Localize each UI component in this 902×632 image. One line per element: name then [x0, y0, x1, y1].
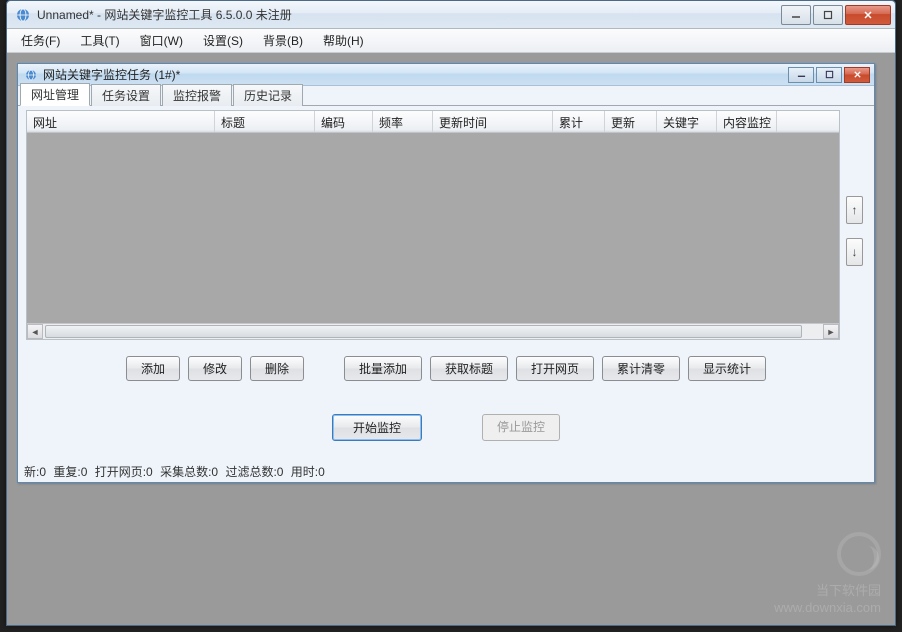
open-page-button[interactable]: 打开网页	[516, 356, 594, 381]
watermark-text1: 当下软件园	[816, 583, 881, 598]
status-duplicate: 重复:0	[53, 463, 87, 480]
status-bar: 新:0 重复:0 打开网页:0 采集总数:0 过滤总数:0 用时:0	[20, 462, 872, 480]
move-down-button[interactable]: ↓	[846, 238, 863, 266]
scroll-thumb[interactable]	[45, 325, 802, 338]
inner-window-title: 网站关键字监控任务 (1#)*	[43, 66, 786, 83]
inner-titlebar: 网站关键字监控任务 (1#)*	[18, 64, 874, 86]
tab-task-settings[interactable]: 任务设置	[91, 84, 161, 106]
outer-window-controls	[779, 5, 891, 25]
action-button-row: 添加 修改 删除 批量添加 获取标题 打开网页 累计清零 显示统计	[22, 356, 870, 381]
start-monitor-button[interactable]: 开始监控	[332, 414, 422, 441]
column-header[interactable]: 内容监控	[717, 111, 777, 132]
tab-monitor-alarm[interactable]: 监控报警	[162, 84, 232, 106]
close-button[interactable]	[845, 5, 891, 25]
column-header[interactable]: 频率	[373, 111, 433, 132]
add-button[interactable]: 添加	[126, 356, 180, 381]
tab-strip: 网址管理 任务设置 监控报警 历史记录	[18, 86, 874, 106]
menu-help[interactable]: 帮助(H)	[313, 29, 374, 52]
maximize-button[interactable]	[813, 5, 843, 25]
tab-history[interactable]: 历史记录	[233, 84, 303, 106]
fetch-title-button[interactable]: 获取标题	[430, 356, 508, 381]
status-elapsed: 用时:0	[291, 463, 325, 480]
column-header[interactable]: 标题	[215, 111, 315, 132]
scroll-right-arrow[interactable]: ►	[823, 324, 839, 339]
inner-minimize-button[interactable]	[788, 67, 814, 83]
status-filtered: 过滤总数:0	[225, 463, 283, 480]
scroll-left-arrow[interactable]: ◄	[27, 324, 43, 339]
minimize-button[interactable]	[781, 5, 811, 25]
table-header: 网址标题编码频率更新时间累计更新关键字内容监控	[27, 111, 839, 133]
tab-content: 网址标题编码频率更新时间累计更新关键字内容监控 ◄ ► ↑ ↓ 添加	[22, 108, 870, 462]
table-body[interactable]	[27, 133, 839, 323]
horizontal-scrollbar[interactable]: ◄ ►	[27, 323, 839, 339]
show-stats-button[interactable]: 显示统计	[688, 356, 766, 381]
inner-window-controls	[786, 67, 870, 83]
edit-button[interactable]: 修改	[188, 356, 242, 381]
mdi-area: 网站关键字监控任务 (1#)* 网址管理 任务设置 监控报警 历史记录 网址标题…	[9, 55, 893, 623]
column-header[interactable]: 累计	[553, 111, 605, 132]
status-collected: 采集总数:0	[160, 463, 218, 480]
task-window: 网站关键字监控任务 (1#)* 网址管理 任务设置 监控报警 历史记录 网址标题…	[17, 63, 875, 483]
reorder-buttons: ↑ ↓	[846, 196, 864, 266]
menu-window[interactable]: 窗口(W)	[130, 29, 193, 52]
batch-add-button[interactable]: 批量添加	[344, 356, 422, 381]
monitor-button-row: 开始监控 停止监控	[22, 414, 870, 441]
menu-settings[interactable]: 设置(S)	[193, 29, 253, 52]
url-table: 网址标题编码频率更新时间累计更新关键字内容监控 ◄ ►	[26, 110, 840, 340]
menubar: 任务(F) 工具(T) 窗口(W) 设置(S) 背景(B) 帮助(H)	[7, 29, 895, 53]
main-window: Unnamed* - 网站关键字监控工具 6.5.0.0 未注册 任务(F) 工…	[6, 0, 896, 626]
watermark-text2: www.downxia.com	[774, 600, 881, 615]
status-new: 新:0	[24, 463, 46, 480]
stop-monitor-button: 停止监控	[482, 414, 560, 441]
column-header[interactable]: 更新时间	[433, 111, 553, 132]
delete-button[interactable]: 删除	[250, 356, 304, 381]
menu-background[interactable]: 背景(B)	[253, 29, 313, 52]
inner-app-icon	[24, 68, 38, 82]
app-icon	[15, 7, 31, 23]
inner-maximize-button[interactable]	[816, 67, 842, 83]
watermark-logo-icon	[837, 532, 881, 576]
column-header[interactable]: 更新	[605, 111, 657, 132]
menu-task[interactable]: 任务(F)	[11, 29, 70, 52]
scroll-track[interactable]	[43, 324, 823, 339]
tab-url-manage[interactable]: 网址管理	[20, 83, 90, 106]
watermark: 当下软件园 www.downxia.com	[774, 532, 881, 617]
status-opened: 打开网页:0	[95, 463, 153, 480]
column-header[interactable]: 网址	[27, 111, 215, 132]
inner-close-button[interactable]	[844, 67, 870, 83]
menu-tools[interactable]: 工具(T)	[70, 29, 129, 52]
column-header[interactable]: 关键字	[657, 111, 717, 132]
outer-titlebar: Unnamed* - 网站关键字监控工具 6.5.0.0 未注册	[7, 1, 895, 29]
reset-count-button[interactable]: 累计清零	[602, 356, 680, 381]
outer-window-title: Unnamed* - 网站关键字监控工具 6.5.0.0 未注册	[37, 6, 779, 23]
move-up-button[interactable]: ↑	[846, 196, 863, 224]
column-header[interactable]: 编码	[315, 111, 373, 132]
